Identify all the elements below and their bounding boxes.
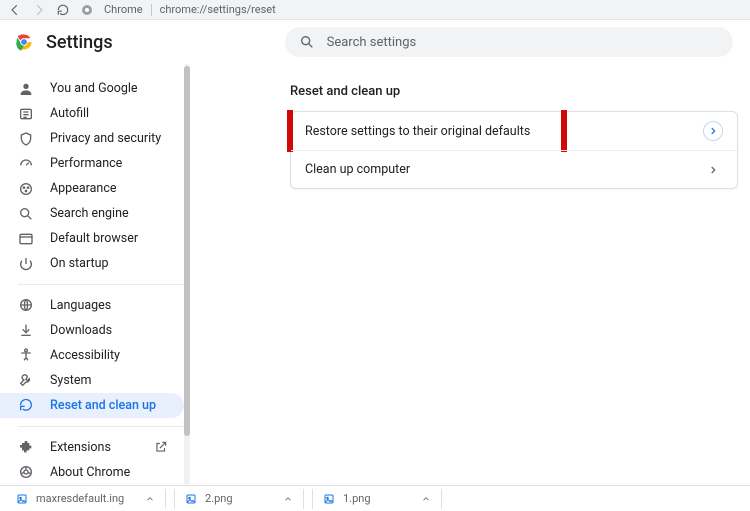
browser-toolbar: Chrome chrome://settings/reset [0, 0, 750, 20]
shelf-item[interactable]: 2.png [174, 489, 304, 509]
sidebar-item-label: Privacy and security [50, 131, 161, 146]
chrome-badge-icon [80, 3, 94, 17]
sidebar-item-label: Downloads [50, 323, 112, 338]
sidebar-item-extensions[interactable]: Extensions [0, 435, 184, 460]
open-in-new-icon [154, 440, 168, 454]
search-placeholder: Search settings [327, 35, 417, 50]
sidebar-scrollbar[interactable] [184, 64, 190, 485]
image-file-icon [185, 493, 197, 505]
sidebar-item-system[interactable]: System [0, 368, 184, 393]
divider [18, 426, 184, 427]
sidebar-item-label: Performance [50, 156, 122, 171]
browser-label: Chrome [104, 3, 143, 16]
chevron-up-icon[interactable] [283, 494, 293, 504]
globe-icon [18, 297, 34, 313]
sidebar-item-label: System [50, 373, 91, 388]
arrow-right-icon [703, 160, 723, 180]
divider [151, 4, 152, 16]
browser-icon [18, 231, 34, 247]
chrome-logo-icon [14, 32, 34, 52]
sidebar-item-label: You and Google [50, 81, 138, 96]
sidebar-item-about[interactable]: About Chrome [0, 460, 184, 485]
sidebar-item-downloads[interactable]: Downloads [0, 318, 184, 343]
sidebar-item-accessibility[interactable]: Accessibility [0, 343, 184, 368]
sidebar-item-languages[interactable]: Languages [0, 293, 184, 318]
image-file-icon [323, 493, 335, 505]
forward-icon[interactable] [32, 3, 46, 17]
shelf-item[interactable]: maxresdefault.ing [6, 489, 166, 509]
palette-icon [18, 181, 34, 197]
download-icon [18, 322, 34, 338]
shelf-item-label: maxresdefault.ing [36, 492, 124, 505]
restore-icon [18, 397, 34, 413]
sidebar-item-appearance[interactable]: Appearance [0, 176, 184, 201]
sidebar-item-on-startup[interactable]: On startup [0, 251, 184, 276]
sidebar-item-label: On startup [50, 256, 108, 271]
search-icon [299, 34, 315, 50]
chrome-mono-icon [18, 464, 34, 480]
sidebar-item-label: Search engine [50, 206, 129, 221]
settings-card: Restore settings to their original defau… [290, 111, 738, 189]
extension-icon [18, 439, 34, 455]
shelf-item[interactable]: 1.png [312, 489, 442, 509]
chevron-up-icon[interactable] [421, 494, 431, 504]
divider [18, 284, 184, 285]
shelf-item-label: 2.png [205, 492, 233, 505]
sidebar-item-privacy[interactable]: Privacy and security [0, 126, 184, 151]
speedometer-icon [18, 156, 34, 172]
sidebar-item-you-and-google[interactable]: You and Google [0, 76, 184, 101]
chevron-up-icon[interactable] [145, 494, 155, 504]
downloads-shelf: maxresdefault.ing 2.png 1.png [0, 485, 750, 511]
sidebar-item-label: Reset and clean up [50, 398, 156, 413]
page-title: Settings [46, 32, 113, 53]
search-icon [18, 206, 34, 222]
person-icon [18, 81, 34, 97]
autofill-icon [18, 106, 34, 122]
sidebar-item-label: Appearance [50, 181, 117, 196]
shield-icon [18, 131, 34, 147]
omnibox[interactable]: Chrome chrome://settings/reset [104, 3, 276, 16]
sidebar-item-label: About Chrome [50, 465, 130, 480]
row-label: Clean up computer [305, 162, 410, 177]
accessibility-icon [18, 347, 34, 363]
arrow-right-icon [703, 121, 723, 141]
reload-icon[interactable] [56, 3, 70, 17]
sidebar-item-label: Accessibility [50, 348, 120, 363]
sidebar-item-performance[interactable]: Performance [0, 151, 184, 176]
sidebar-item-reset[interactable]: Reset and clean up [0, 393, 184, 418]
section-title: Reset and clean up [290, 84, 750, 99]
sidebar-item-autofill[interactable]: Autofill [0, 101, 184, 126]
sidebar-item-label: Extensions [50, 440, 111, 455]
shelf-item-label: 1.png [343, 492, 371, 505]
clean-up-computer-row[interactable]: Clean up computer [291, 150, 737, 188]
page-header: Settings Search settings [0, 20, 750, 64]
sidebar-item-label: Default browser [50, 231, 138, 246]
main-content: Reset and clean up Restore settings to t… [184, 64, 750, 485]
row-label: Restore settings to their original defau… [305, 124, 530, 139]
sidebar-item-search-engine[interactable]: Search engine [0, 201, 184, 226]
url-text: chrome://settings/reset [160, 3, 276, 16]
search-settings-box[interactable]: Search settings [285, 27, 733, 57]
sidebar-item-label: Languages [50, 298, 111, 313]
wrench-icon [18, 372, 34, 388]
back-icon[interactable] [8, 3, 22, 17]
restore-defaults-row[interactable]: Restore settings to their original defau… [291, 112, 737, 150]
image-file-icon [16, 493, 28, 505]
sidebar-item-default-browser[interactable]: Default browser [0, 226, 184, 251]
power-icon [18, 256, 34, 272]
sidebar-item-label: Autofill [50, 106, 89, 121]
scrollbar-thumb[interactable] [184, 66, 190, 436]
sidebar: You and Google Autofill Privacy and secu… [0, 64, 184, 485]
